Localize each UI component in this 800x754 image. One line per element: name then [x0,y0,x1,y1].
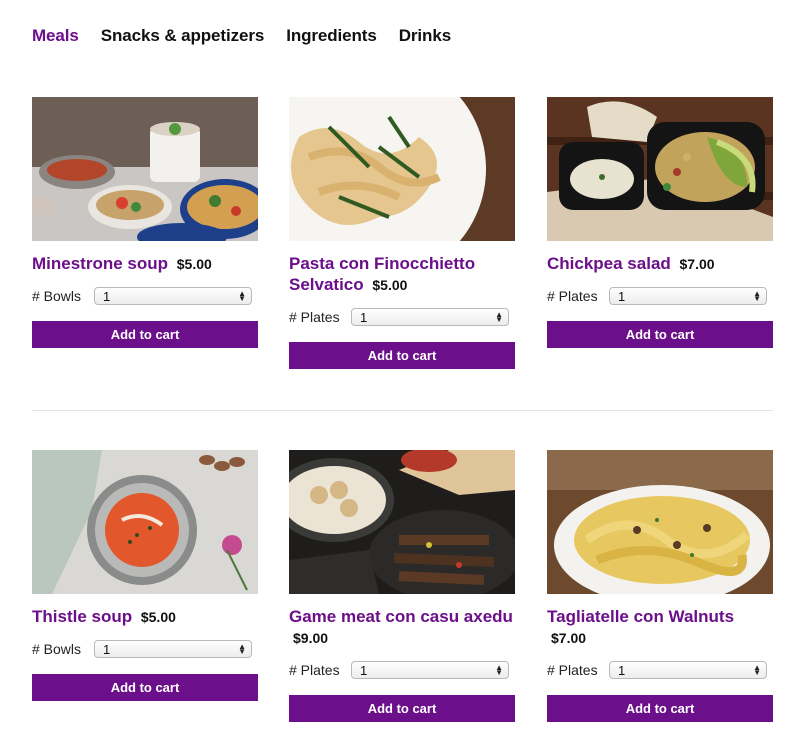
quantity-select[interactable]: 1 ▲ ▼ [94,640,252,658]
product-card: Chickpea salad $7.00 # Plates 1 ▲ ▼ Add t… [547,97,773,348]
quantity-row: # Bowls 1 ▲ ▼ [32,287,258,305]
product-name[interactable]: Thistle soup [32,607,132,626]
product-title-row: Chickpea salad $7.00 [547,253,773,275]
select-arrows-icon: ▲ ▼ [753,663,761,677]
quantity-label: # Plates [289,662,340,678]
quantity-label: # Plates [547,288,598,304]
product-card: Tagliatelle con Walnuts $7.00 # Plates 1… [547,450,773,722]
quantity-value: 1 [360,309,368,325]
pasta-image[interactable] [289,97,515,241]
quantity-select[interactable]: 1 ▲ ▼ [94,287,252,305]
tab-meals[interactable]: Meals [32,26,79,46]
quantity-row: # Bowls 1 ▲ ▼ [32,640,258,658]
chickpea-image[interactable] [547,97,773,241]
add-to-cart-button[interactable]: Add to cart [289,342,515,369]
add-to-cart-button[interactable]: Add to cart [32,321,258,348]
product-name[interactable]: Tagliatelle con Walnuts [547,607,734,626]
select-arrows-icon: ▲ ▼ [238,289,246,303]
select-arrows-icon: ▲ ▼ [753,289,761,303]
select-arrows-icon: ▲ ▼ [238,642,246,656]
quantity-select[interactable]: 1 ▲ ▼ [609,661,767,679]
quantity-value: 1 [103,641,111,657]
product-name[interactable]: Minestrone soup [32,254,168,273]
product-card: Thistle soup $5.00 # Bowls 1 ▲ ▼ Add to c… [32,450,258,701]
game-meat-image[interactable] [289,450,515,594]
tab-ingredients[interactable]: Ingredients [286,26,377,46]
quantity-label: # Plates [289,309,340,325]
quantity-select[interactable]: 1 ▲ ▼ [609,287,767,305]
quantity-select[interactable]: 1 ▲ ▼ [351,661,509,679]
quantity-value: 1 [618,288,626,304]
product-card: Game meat con casu axedu $9.00 # Plates … [289,450,515,722]
product-price: $5.00 [176,256,212,272]
add-to-cart-button[interactable]: Add to cart [547,321,773,348]
quantity-value: 1 [360,662,368,678]
product-title-row: Game meat con casu axedu $9.00 [289,606,515,649]
product-title-row: Tagliatelle con Walnuts $7.00 [547,606,773,649]
product-price: $7.00 [551,630,587,646]
add-to-cart-button[interactable]: Add to cart [547,695,773,722]
quantity-select[interactable]: 1 ▲ ▼ [351,308,509,326]
product-name[interactable]: Chickpea salad [547,254,671,273]
select-arrows-icon: ▲ ▼ [495,310,503,324]
category-tabs: Meals Snacks & appetizers Ingredients Dr… [32,26,473,46]
quantity-label: # Bowls [32,641,82,657]
add-to-cart-button[interactable]: Add to cart [289,695,515,722]
tab-snacks-appetizers[interactable]: Snacks & appetizers [101,26,265,46]
tagliatelle-image[interactable] [547,450,773,594]
quantity-row: # Plates 1 ▲ ▼ [547,661,773,679]
quantity-row: # Plates 1 ▲ ▼ [547,287,773,305]
quantity-row: # Plates 1 ▲ ▼ [289,661,515,679]
quantity-value: 1 [103,288,111,304]
product-name[interactable]: Game meat con casu axedu [289,607,513,626]
product-title-row: Thistle soup $5.00 [32,606,258,628]
tab-drinks[interactable]: Drinks [399,26,451,46]
quantity-row: # Plates 1 ▲ ▼ [289,308,515,326]
product-card: Pasta con Finocchietto Selvatico $5.00 #… [289,97,515,369]
product-price: $5.00 [372,277,408,293]
select-arrows-icon: ▲ ▼ [495,663,503,677]
product-card: Minestrone soup $5.00 # Bowls 1 ▲ ▼ Add t… [32,97,258,348]
product-title-row: Pasta con Finocchietto Selvatico $5.00 [289,253,515,296]
product-title-row: Minestrone soup $5.00 [32,253,258,275]
minestrone-image[interactable] [32,97,258,241]
section-divider [32,410,773,411]
quantity-value: 1 [618,662,626,678]
quantity-label: # Plates [547,662,598,678]
product-price: $7.00 [679,256,715,272]
thistle-soup-image[interactable] [32,450,258,594]
add-to-cart-button[interactable]: Add to cart [32,674,258,701]
product-price: $9.00 [293,630,329,646]
quantity-label: # Bowls [32,288,82,304]
product-price: $5.00 [140,609,176,625]
